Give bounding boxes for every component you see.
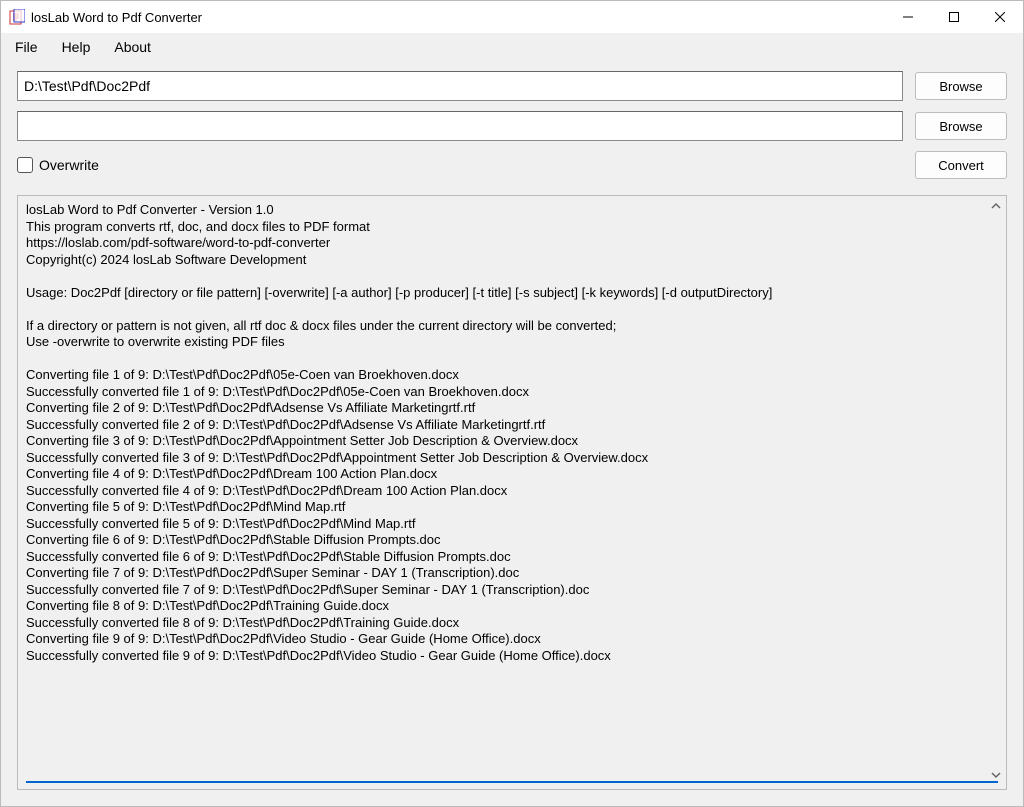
menu-file[interactable]: File: [15, 39, 38, 55]
overwrite-group: Overwrite: [17, 157, 99, 173]
overwrite-checkbox[interactable]: [17, 157, 33, 173]
scroll-down-icon[interactable]: [988, 767, 1004, 783]
window-controls: [885, 1, 1023, 33]
titlebar: losLab Word to Pdf Converter: [1, 1, 1023, 33]
menubar: File Help About: [1, 33, 1023, 61]
convert-button[interactable]: Convert: [915, 151, 1007, 179]
dest-path-input[interactable]: [17, 111, 903, 141]
minimize-button[interactable]: [885, 1, 931, 33]
menu-about[interactable]: About: [114, 39, 151, 55]
log-output[interactable]: losLab Word to Pdf Converter - Version 1…: [26, 202, 998, 779]
app-window: losLab Word to Pdf Converter File Help A…: [0, 0, 1024, 807]
log-panel: losLab Word to Pdf Converter - Version 1…: [17, 195, 1007, 790]
source-row: Browse: [17, 71, 1007, 101]
overwrite-label: Overwrite: [39, 157, 99, 173]
browse-source-button[interactable]: Browse: [915, 72, 1007, 100]
scroll-up-icon[interactable]: [988, 198, 1004, 214]
dest-row: Browse: [17, 111, 1007, 141]
browse-dest-button[interactable]: Browse: [915, 112, 1007, 140]
options-row: Overwrite Convert: [17, 151, 1007, 179]
window-title: losLab Word to Pdf Converter: [31, 10, 202, 25]
log-underline: [26, 781, 998, 783]
content-area: Browse Browse Overwrite Convert losLab W…: [1, 61, 1023, 806]
maximize-button[interactable]: [931, 1, 977, 33]
titlebar-left: losLab Word to Pdf Converter: [9, 9, 202, 25]
app-icon: [9, 9, 25, 25]
close-button[interactable]: [977, 1, 1023, 33]
menu-help[interactable]: Help: [62, 39, 91, 55]
source-path-input[interactable]: [17, 71, 903, 101]
